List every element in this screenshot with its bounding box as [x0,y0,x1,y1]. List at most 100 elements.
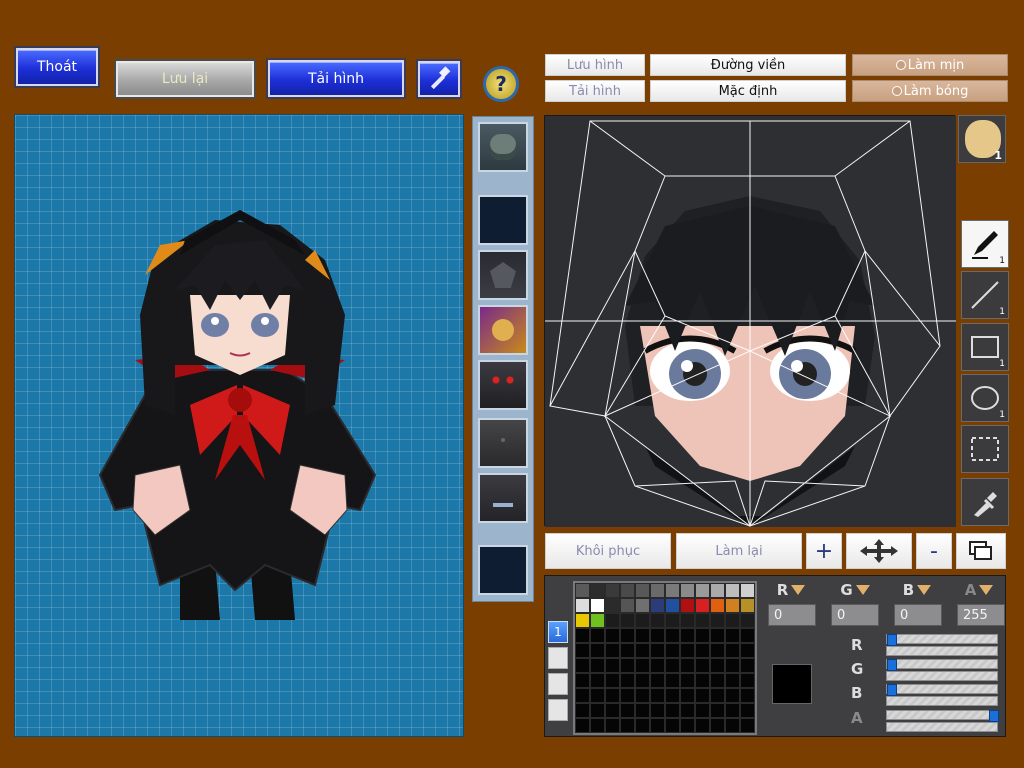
palette-swatch[interactable] [665,703,680,718]
palette-swatch[interactable] [575,613,590,628]
palette-swatch[interactable] [635,583,650,598]
palette-swatch[interactable] [590,673,605,688]
palette-swatch[interactable] [680,658,695,673]
palette-swatch[interactable] [605,613,620,628]
palette-swatch[interactable] [665,613,680,628]
palette-swatch[interactable] [635,658,650,673]
palette-swatch[interactable] [650,688,665,703]
palette-swatch[interactable] [650,718,665,733]
palette-swatch[interactable] [710,673,725,688]
palette-swatch[interactable] [680,703,695,718]
red-slider[interactable] [886,634,998,646]
texture-canvas[interactable] [544,115,956,528]
palette-swatch[interactable] [620,613,635,628]
palette-tab-4[interactable] [548,699,568,721]
select-tool[interactable] [961,425,1009,473]
palette-swatch[interactable] [620,583,635,598]
palette-swatch[interactable] [740,613,755,628]
palette-swatch[interactable] [650,658,665,673]
slider-knob[interactable] [887,634,897,646]
palette-swatch[interactable] [695,628,710,643]
palette-swatch[interactable] [665,628,680,643]
green-value-input[interactable]: 0 [831,604,879,626]
line-tool[interactable]: 1 [961,271,1009,319]
palette-swatch[interactable] [650,613,665,628]
palette-swatch[interactable] [695,703,710,718]
blue-channel-dropdown[interactable]: B [893,580,941,600]
default-button[interactable]: Mặc định [650,80,846,102]
palette-swatch[interactable] [605,718,620,733]
palette-swatch[interactable] [590,583,605,598]
palette-swatch[interactable] [590,643,605,658]
avatar-button[interactable]: 1 [958,115,1006,163]
palette-swatch[interactable] [710,643,725,658]
palette-swatch[interactable] [710,628,725,643]
outline-button[interactable]: Đường viền [650,54,846,76]
palette-swatch[interactable] [590,628,605,643]
palette-swatch[interactable] [620,628,635,643]
palette-swatch[interactable] [710,703,725,718]
palette-swatch[interactable] [740,673,755,688]
palette-swatch[interactable] [575,703,590,718]
portrait-slot-6[interactable] [478,418,528,468]
palette-swatch[interactable] [710,658,725,673]
palette-swatch[interactable] [740,703,755,718]
red-value-input[interactable]: 0 [768,604,816,626]
palette-swatch[interactable] [605,628,620,643]
palette-swatch[interactable] [590,688,605,703]
save-button[interactable]: Lưu lại [116,61,254,97]
palette-swatch[interactable] [680,688,695,703]
palette-swatch[interactable] [605,658,620,673]
layer-button[interactable] [956,533,1006,569]
palette-tab-3[interactable] [548,673,568,695]
palette-swatch[interactable] [695,598,710,613]
help-button[interactable]: ? [483,66,519,102]
zoom-out-button[interactable]: - [916,533,952,569]
palette-swatch[interactable] [710,688,725,703]
load-image-button[interactable]: Tải hình [545,80,645,102]
palette-swatch[interactable] [575,688,590,703]
palette-grid[interactable] [573,581,757,735]
palette-swatch[interactable] [740,658,755,673]
palette-swatch[interactable] [650,583,665,598]
palette-swatch[interactable] [680,598,695,613]
palette-swatch[interactable] [620,673,635,688]
palette-swatch[interactable] [650,673,665,688]
palette-swatch[interactable] [650,703,665,718]
slider-knob[interactable] [887,659,897,671]
portrait-slot-7[interactable] [478,473,528,523]
palette-swatch[interactable] [725,643,740,658]
palette-swatch[interactable] [635,688,650,703]
palette-swatch[interactable] [725,628,740,643]
palette-swatch[interactable] [620,643,635,658]
palette-swatch[interactable] [635,673,650,688]
palette-swatch[interactable] [680,628,695,643]
palette-swatch[interactable] [620,703,635,718]
portrait-slot-1[interactable] [478,122,528,172]
palette-swatch[interactable] [620,658,635,673]
palette-swatch[interactable] [740,583,755,598]
palette-swatch[interactable] [665,583,680,598]
slider-knob[interactable] [989,710,999,722]
palette-swatch[interactable] [710,598,725,613]
palette-swatch[interactable] [590,613,605,628]
eyedropper-tool[interactable] [961,478,1009,526]
palette-swatch[interactable] [665,658,680,673]
palette-swatch[interactable] [605,583,620,598]
palette-swatch[interactable] [575,718,590,733]
palette-swatch[interactable] [635,718,650,733]
palette-swatch[interactable] [605,688,620,703]
palette-swatch[interactable] [695,658,710,673]
palette-swatch[interactable] [620,598,635,613]
slider-knob[interactable] [887,684,897,696]
restore-button[interactable]: Khôi phục [545,533,671,569]
palette-swatch[interactable] [605,673,620,688]
palette-swatch[interactable] [695,643,710,658]
palette-swatch[interactable] [665,718,680,733]
palette-swatch[interactable] [710,583,725,598]
palette-swatch[interactable] [740,688,755,703]
alpha-value-input[interactable]: 255 [957,604,1005,626]
green-channel-dropdown[interactable]: G [831,580,879,600]
palette-swatch[interactable] [635,628,650,643]
palette-swatch[interactable] [725,658,740,673]
